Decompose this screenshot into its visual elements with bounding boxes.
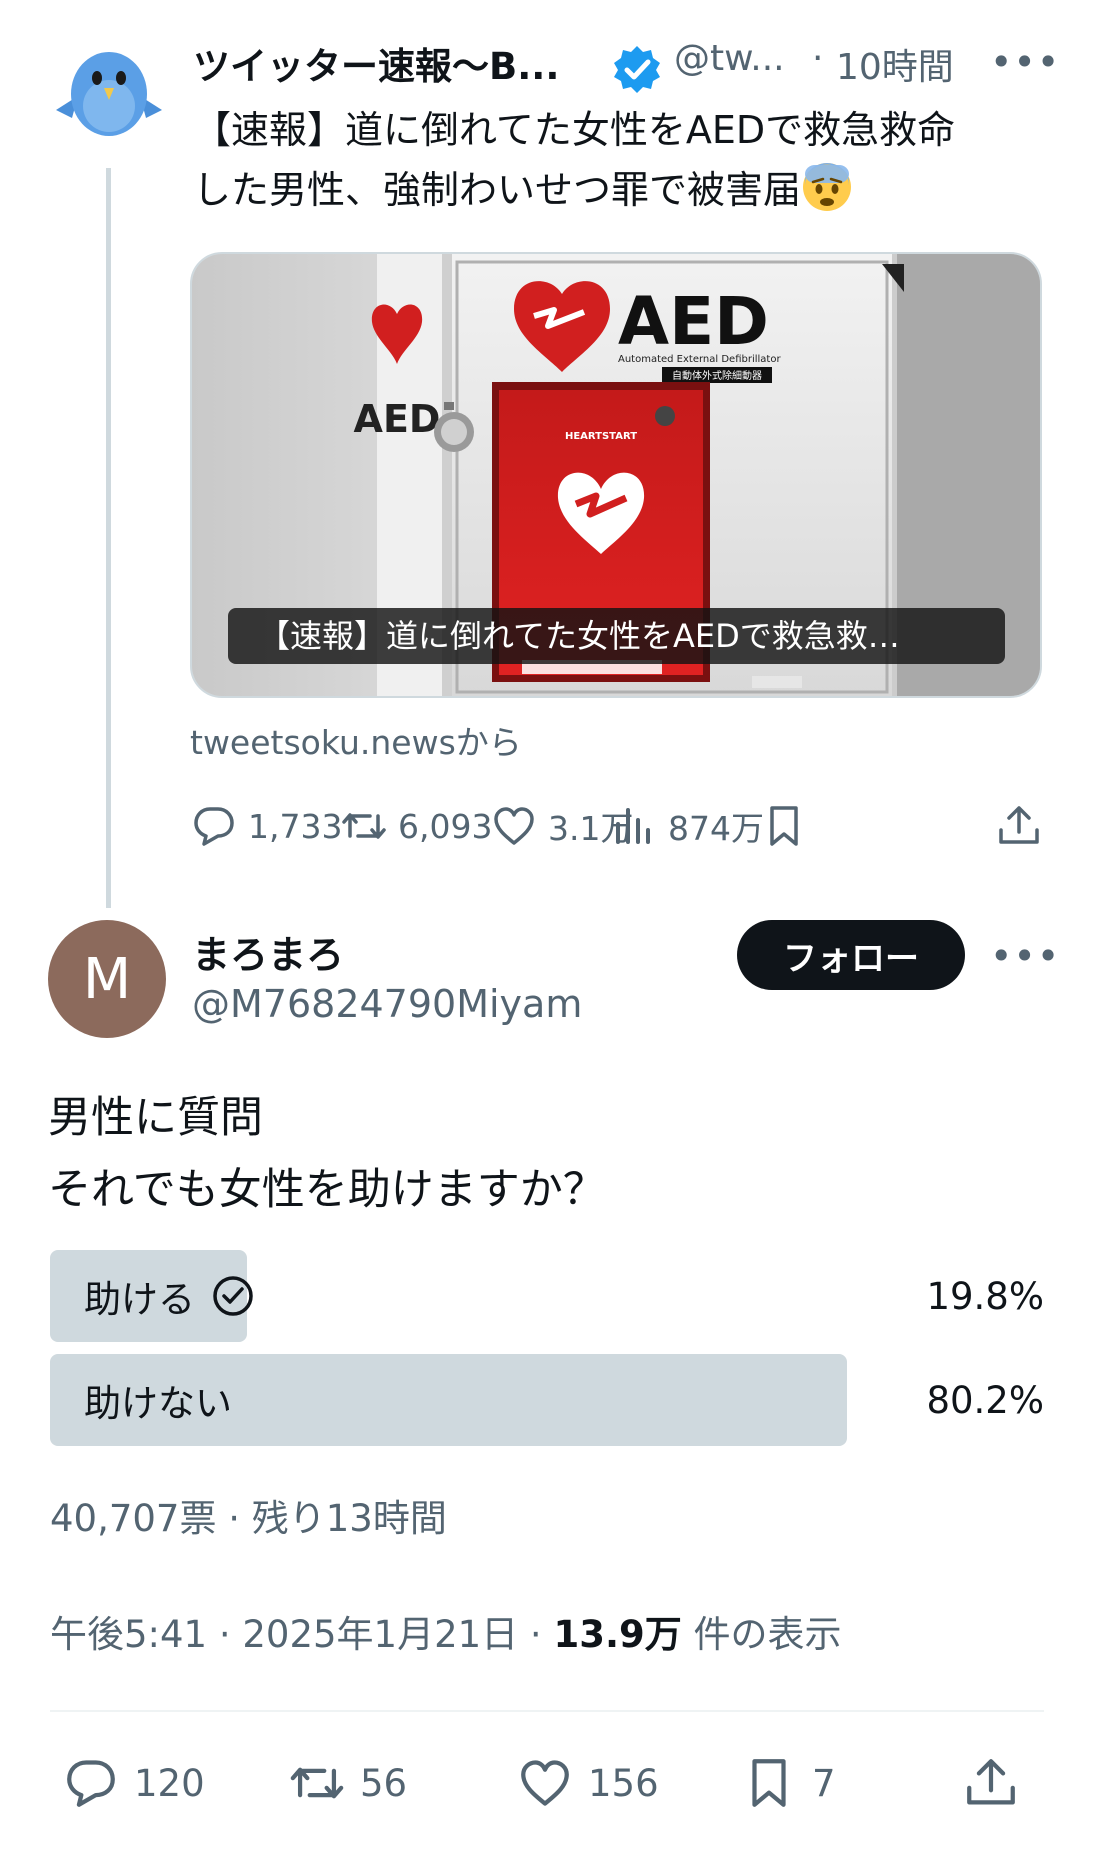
main-like-button[interactable]: 156 — [516, 1750, 659, 1816]
main-like-count: 156 — [588, 1761, 659, 1805]
main-text-line-2: それでも女性を助けますか？ — [48, 1165, 606, 1215]
main-bookmark-count: 7 — [812, 1761, 836, 1805]
view-count-label: 件の表示 — [681, 1613, 842, 1656]
divider — [50, 1710, 1044, 1712]
parent-author-name[interactable]: ツイッター速報〜B... — [193, 36, 559, 90]
poll-option-percent: 19.8% — [926, 1274, 1044, 1318]
parent-more-icon[interactable]: ••• — [990, 40, 1060, 84]
reply-icon — [67, 1760, 115, 1807]
parent-time[interactable]: 10時間 — [836, 38, 954, 90]
card-caption[interactable]: 【速報】道に倒れてた女性をAEDで救急救… — [228, 608, 1005, 664]
poll-option-percent: 80.2% — [926, 1378, 1044, 1422]
thread-line — [106, 168, 111, 908]
parent-views-button[interactable]: 874万 — [610, 796, 764, 856]
bookmark-icon — [770, 806, 798, 846]
parent-text-line-1: 【速報】道に倒れてた女性をAEDで救急救命 — [193, 108, 956, 152]
main-avatar[interactable]: M — [48, 920, 166, 1038]
retweet-icon — [342, 813, 386, 839]
side-aed-text: AED — [354, 397, 441, 441]
poll-option-1[interactable]: 助ける — [84, 1250, 255, 1342]
poll-option-label: 助ける — [84, 1278, 195, 1321]
parent-action-bar: 1,733 6,093 3.1万 874万 — [190, 796, 1050, 856]
follow-button[interactable]: フォロー — [737, 920, 965, 990]
parent-tweet-text: 【速報】道に倒れてた女性をAEDで救急救命 した男性、強制わいせつ罪で被害届 — [193, 100, 1053, 220]
heartstart-text: HEARTSTART — [565, 431, 637, 442]
poll-option-label: 助けない — [84, 1382, 232, 1425]
aed-logo-text: AED — [618, 283, 769, 360]
heart-icon — [521, 1760, 569, 1806]
reply-icon — [194, 807, 234, 846]
main-tweet-text: 男性に質問 それでも女性を助けますか？ — [48, 1082, 1048, 1226]
retweet-icon — [290, 1767, 344, 1799]
anxious-face-emoji-icon — [803, 163, 852, 211]
main-text-line-1: 男性に質問 — [48, 1093, 263, 1143]
heart-icon — [494, 807, 534, 845]
parent-view-count: 874万 — [668, 809, 764, 848]
share-icon — [999, 806, 1039, 844]
check-circle-icon — [213, 1276, 253, 1316]
share-icon — [967, 1759, 1015, 1805]
main-author-name[interactable]: まろまろ — [192, 924, 344, 979]
parent-text-line-2: した男性、強制わいせつ罪で被害届 — [193, 168, 802, 212]
verified-badge-icon — [612, 44, 662, 94]
poll-meta: 40,707票 · 残り13時間 — [50, 1497, 447, 1540]
poll-option-2[interactable]: 助けない — [84, 1354, 232, 1446]
main-retweet-count: 56 — [360, 1761, 408, 1805]
parent-bookmark-button[interactable] — [760, 796, 818, 856]
aed-sub-text: Automated External Defibrillator — [618, 354, 781, 365]
view-count: 13.9万 — [553, 1613, 682, 1656]
main-share-button[interactable] — [962, 1750, 1034, 1816]
main-bookmark-button[interactable]: 7 — [740, 1750, 836, 1816]
main-more-icon[interactable]: ••• — [990, 934, 1060, 978]
parent-reply-button[interactable]: 1,733 — [190, 796, 342, 856]
parent-handle[interactable]: @tw... — [674, 38, 785, 79]
parent-text-line-2-wrap: した男性、強制わいせつ罪で被害届 — [193, 160, 1053, 220]
views-bar-chart-icon — [616, 808, 650, 844]
parent-retweet-button[interactable]: 6,093 — [340, 796, 492, 856]
bird-avatar[interactable] — [50, 44, 168, 140]
separator-dot: · — [812, 38, 824, 79]
timestamp-text[interactable]: 午後5:41 · 2025年1月21日 · — [50, 1613, 553, 1656]
main-retweet-button[interactable]: 56 — [288, 1750, 407, 1816]
parent-retweet-count: 6,093 — [398, 806, 493, 846]
parent-reply-count: 1,733 — [248, 806, 343, 846]
card-source-link[interactable]: tweetsoku.newsから — [190, 716, 522, 764]
main-handle[interactable]: @M76824790Miyam — [192, 982, 582, 1026]
bookmark-icon — [752, 1759, 786, 1807]
parent-share-button[interactable] — [995, 796, 1053, 856]
aed-jp-text: 自動体外式除細動器 — [672, 369, 762, 382]
main-action-bar: 120 56 156 7 — [50, 1750, 1044, 1816]
tweet-timestamp: 午後5:41 · 2025年1月21日 · 13.9万 件の表示 — [50, 1604, 842, 1658]
main-reply-count: 120 — [134, 1761, 205, 1805]
main-reply-button[interactable]: 120 — [62, 1750, 205, 1816]
